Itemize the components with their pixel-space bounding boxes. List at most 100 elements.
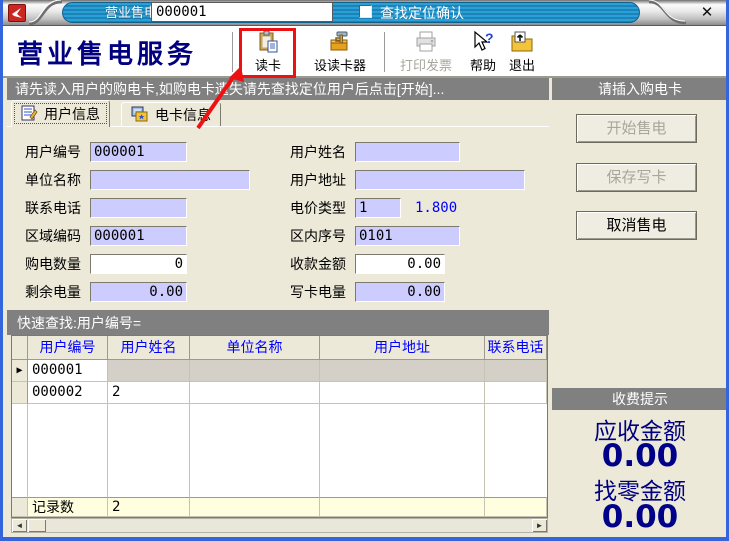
toolbar-separator xyxy=(232,32,234,72)
exit-button[interactable]: 退出 xyxy=(503,29,541,76)
contact-phone-label: 联系电话 xyxy=(25,198,87,218)
exit-label: 退出 xyxy=(509,55,535,74)
grid-footer-cell xyxy=(190,497,320,517)
row-selector xyxy=(12,382,28,404)
fee-header: 收费提示 xyxy=(552,388,728,410)
titlebar-swoosh-left xyxy=(28,0,64,26)
grid-line xyxy=(107,404,108,497)
record-count-label: 记录数 xyxy=(28,497,108,517)
status-message: 请先读入用户的购电卡,如购电卡遗失请先查找定位用户后点击[开始]... xyxy=(7,78,549,100)
print-invoice-label: 打印发票 xyxy=(400,55,452,74)
grid-cell[interactable] xyxy=(320,360,485,382)
app-window: 营业售电服务 ✕ 营业售电服务 读卡 xyxy=(0,0,729,541)
grid-footer-cell xyxy=(320,497,485,517)
price-type-field xyxy=(355,198,401,218)
card-prompt-header: 请插入购电卡 xyxy=(552,78,728,100)
set-card-reader-label: 设读卡器 xyxy=(314,55,366,74)
scroll-left-icon[interactable]: ◄ xyxy=(12,519,27,532)
area-serial-label: 区内序号 xyxy=(290,226,352,246)
quick-search-label: 快速查找:用户编号= xyxy=(17,313,141,333)
grid-header-user-id[interactable]: 用户编号 xyxy=(28,336,108,360)
help-icon: ? xyxy=(471,29,495,55)
grid-line xyxy=(27,404,28,497)
payment-amount-field[interactable] xyxy=(355,254,445,274)
scrollbar-thumb[interactable] xyxy=(28,519,46,532)
grid-hscrollbar[interactable]: ◄ ► xyxy=(11,518,548,533)
grid-footer-selector xyxy=(12,497,28,517)
price-rate-value: 1.800 xyxy=(415,198,457,218)
grid-cell[interactable]: 000001 xyxy=(28,360,108,382)
grid-cell[interactable] xyxy=(190,382,320,404)
user-id-label: 用户编号 xyxy=(25,142,87,162)
cancel-sale-button[interactable]: 取消售电 xyxy=(576,211,697,240)
titlebar-swoosh-right xyxy=(648,0,688,26)
quick-search-input[interactable] xyxy=(151,2,333,22)
grid-cell[interactable] xyxy=(320,382,485,404)
print-invoice-icon xyxy=(414,29,438,55)
svg-text:?: ? xyxy=(485,30,494,46)
grid-footer-cell xyxy=(485,497,547,517)
contact-phone-field xyxy=(90,198,187,218)
user-address-label: 用户地址 xyxy=(290,170,352,190)
grid-cell[interactable] xyxy=(485,360,547,382)
help-label: 帮助 xyxy=(470,55,496,74)
row-selector-icon: ▶ xyxy=(12,360,28,382)
locate-confirm-checkbox[interactable] xyxy=(359,5,372,18)
card-info-icon xyxy=(131,106,149,125)
locate-confirm-label: 查找定位确认 xyxy=(380,3,464,23)
grid-line xyxy=(189,404,190,497)
grid-cell[interactable]: 000002 xyxy=(28,382,108,404)
user-name-label: 用户姓名 xyxy=(290,142,352,162)
tab-user-info[interactable]: 用户信息 xyxy=(11,100,110,127)
grid-line xyxy=(319,404,320,497)
grid-cell[interactable] xyxy=(108,360,190,382)
help-button[interactable]: ? 帮助 xyxy=(464,29,502,76)
set-card-reader-button[interactable]: 设读卡器 xyxy=(301,29,379,76)
area-code-field xyxy=(90,226,187,246)
save-write-card-button: 保存写卡 xyxy=(576,163,697,192)
area-serial-field xyxy=(355,226,460,246)
close-icon[interactable]: ✕ xyxy=(697,3,717,22)
price-type-label: 电价类型 xyxy=(290,198,352,218)
user-id-field xyxy=(90,142,187,162)
user-grid: 用户编号 用户姓名 单位名称 用户地址 联系电话 ▶ 000001 000002… xyxy=(11,335,548,518)
grid-header-unit-name[interactable]: 单位名称 xyxy=(190,336,320,360)
toolbar-separator xyxy=(384,32,386,72)
quick-search-bar: 快速查找:用户编号= xyxy=(7,310,549,335)
grid-header-address[interactable]: 用户地址 xyxy=(320,336,485,360)
purchase-qty-label: 购电数量 xyxy=(25,254,87,274)
toolbar: 营业售电服务 读卡 xyxy=(3,26,726,78)
write-card-power-field xyxy=(355,282,445,302)
start-sale-button: 开始售电 xyxy=(576,114,697,143)
grid-header-user-name[interactable]: 用户姓名 xyxy=(108,336,190,360)
tab-user-info-label: 用户信息 xyxy=(44,104,100,124)
unit-name-label: 单位名称 xyxy=(25,170,87,190)
user-address-field xyxy=(355,170,525,190)
exit-icon xyxy=(510,29,534,55)
page-title: 营业售电服务 xyxy=(17,34,197,71)
receivable-amount-value: 0.00 xyxy=(552,438,728,474)
unit-name-field xyxy=(90,170,250,190)
annotation-highlight-rect xyxy=(239,28,296,78)
card-reader-settings-icon xyxy=(328,29,352,55)
user-info-icon xyxy=(21,105,38,124)
grid-header-selector xyxy=(12,336,28,360)
purchase-qty-field[interactable] xyxy=(90,254,187,274)
app-logo-icon xyxy=(8,4,26,22)
grid-cell[interactable] xyxy=(190,360,320,382)
grid-header-phone[interactable]: 联系电话 xyxy=(485,336,547,360)
grid-cell[interactable] xyxy=(485,382,547,404)
user-name-field xyxy=(355,142,460,162)
remaining-power-field xyxy=(90,282,187,302)
record-count-value: 2 xyxy=(108,497,190,517)
grid-line xyxy=(484,404,485,497)
grid-cell[interactable]: 2 xyxy=(108,382,190,404)
payment-amount-label: 收款金额 xyxy=(290,254,352,274)
scroll-right-icon[interactable]: ► xyxy=(532,519,547,532)
write-card-power-label: 写卡电量 xyxy=(290,282,352,302)
window-title: 营业售电服务 xyxy=(62,2,640,23)
print-invoice-button: 打印发票 xyxy=(390,29,462,76)
tab-card-info-label: 电卡信息 xyxy=(155,105,211,125)
tab-card-info[interactable]: 电卡信息 xyxy=(121,102,221,127)
area-code-label: 区域编码 xyxy=(25,226,87,246)
